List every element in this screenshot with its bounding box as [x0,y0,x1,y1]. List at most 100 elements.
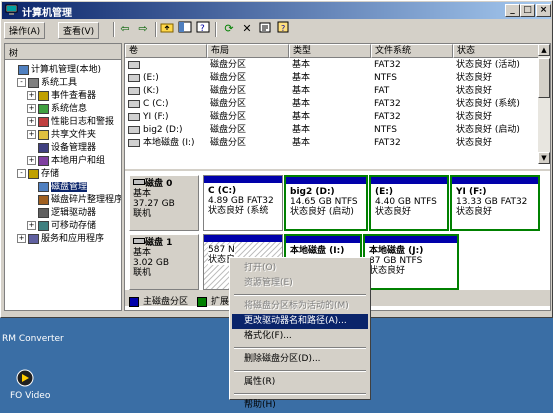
tree-node[interactable]: + 可移动存储 [27,220,96,232]
menu-action[interactable]: 操作(A) [4,22,46,39]
title-bar[interactable]: 计算机管理 _ □ × [2,2,551,19]
partition-e[interactable]: (E:) 4.40 GB NTFS 状态良好 [369,175,449,231]
tree-node[interactable]: 计算机管理(本地) [7,64,101,76]
expand-icon[interactable]: + [27,221,36,230]
tree-node[interactable]: 逻辑驱动器 [27,207,96,219]
context-menu-item[interactable]: 删除磁盘分区(D)... [232,352,368,367]
volume-layout-cell: 磁盘分区 [210,73,247,83]
volume-cell: big2 (D:) [128,124,183,137]
context-menu-item[interactable]: 帮助(H) [232,398,368,413]
tree-node[interactable]: - 存储 [17,168,59,180]
volume-icon [128,99,140,108]
desktop-fo-video-shortcut[interactable] [14,368,36,391]
column-header-layout[interactable]: 布局 [207,44,289,58]
volume-row[interactable]: (K:) 磁盘分区 基本 FAT 状态良好 [125,85,541,98]
tree-node[interactable]: 磁盘碎片整理程序 [27,194,121,206]
up-folder-icon[interactable] [159,21,175,37]
delete-icon[interactable]: ✕ [239,21,255,37]
refresh-icon[interactable]: ⟳ [221,21,237,37]
desktop-label-rm-converter[interactable]: RM Converter [2,334,64,344]
help-icon[interactable]: ? [195,21,211,37]
partition-j[interactable]: 本地磁盘 (J:) 87 GB NTFS 状态良好 [363,234,459,290]
volume-row[interactable]: 本地磁盘 (I:) 磁盘分区 基本 FAT32 状态良好 [125,137,541,150]
collapse-icon[interactable]: - [17,78,26,87]
legend-primary-label: 主磁盘分区 [143,297,189,307]
expand-icon[interactable]: + [17,234,26,243]
tree-node-icon [28,233,39,244]
tree-node-icon [38,220,49,231]
expand-icon[interactable]: + [27,104,36,113]
scroll-up-icon[interactable]: ▲ [538,44,550,56]
tree-node-label: 事件查看器 [51,91,97,101]
partition-bar [371,177,447,184]
expand-icon[interactable]: + [27,156,36,165]
column-header-filesystem[interactable]: 文件系统 [371,44,453,58]
volume-row[interactable]: C (C:) 磁盘分区 基本 FAT32 状态良好 (系统) [125,98,541,111]
forward-icon[interactable]: ⇨ [135,21,151,37]
disk-1-size: 3.02 GB [133,258,170,268]
partition-detail: 14.65 GB NTFS [290,197,358,207]
tree-node-icon [38,129,49,140]
disk-icon [133,179,145,185]
tree-node-label: 存储 [41,169,60,179]
minimize-button[interactable]: _ [505,4,520,17]
tree-node-label: 计算机管理(本地) [31,65,102,75]
volume-layout-cell: 磁盘分区 [210,99,247,109]
disk-1-label[interactable]: 磁盘 1 基本 3.02 GB 联机 [129,234,199,290]
close-button[interactable]: × [536,4,551,17]
partition-status: 状态良好 [375,207,412,217]
tree-node[interactable]: 设备管理器 [27,142,96,154]
tree-node[interactable]: + 本地用户和组 [27,155,105,167]
tree-node[interactable]: + 服务和应用程序 [17,233,104,245]
partition-detail: 87 GB NTFS [369,256,423,266]
expand-icon[interactable]: + [27,91,36,100]
expand-icon[interactable]: + [27,117,36,126]
column-header-type[interactable]: 类型 [289,44,371,58]
partition-d[interactable]: big2 (D:) 14.65 GB NTFS 状态良好 (启动) [284,175,368,231]
column-header-volume[interactable]: 卷 [125,44,207,58]
partition-c[interactable]: C (C:) 4.89 GB FAT32 状态良好 (系统 [203,175,283,231]
properties-icon[interactable] [257,21,273,37]
volume-row[interactable]: big2 (D:) 磁盘分区 基本 NTFS 状态良好 (启动) [125,124,541,137]
volume-icon [128,125,140,134]
disk-0-label[interactable]: 磁盘 0 基本 37.27 GB 联机 [129,175,199,231]
tree-node[interactable]: + 系统信息 [27,103,87,115]
tree-node[interactable]: + 性能日志和警报 [27,116,114,128]
collapse-icon[interactable]: - [17,169,26,178]
volume-list-scrollbar[interactable]: ▲ ▼ [538,44,550,164]
column-header-status[interactable]: 状态 [453,44,541,58]
scroll-down-icon[interactable]: ▼ [538,152,550,164]
partition-name: 本地磁盘 (J:) [369,246,424,256]
partition-f[interactable]: YI (F:) 13.33 GB FAT32 状态良好 [450,175,540,231]
tree-node[interactable]: 磁盘管理 [27,181,88,193]
context-menu-item[interactable]: 更改驱动器名和路径(A)... [232,314,368,329]
tree-node[interactable]: + 事件查看器 [27,90,96,102]
volume-row[interactable]: (E:) 磁盘分区 基本 NTFS 状态良好 [125,72,541,85]
tree-node-icon [38,181,49,192]
context-menu-item[interactable]: 属性(R) [232,375,368,390]
partition-status: 状态良好 [456,207,493,217]
tree-pane-header: 树 [5,44,121,60]
back-icon[interactable]: ⇦ [117,21,133,37]
tree-node[interactable]: - 系统工具 [17,77,77,89]
volume-fs-cell: FAT [374,86,390,96]
volume-fs-cell: NTFS [374,125,397,135]
toolbar-separator [113,22,115,37]
computer-management-icon [5,4,18,15]
menu-separator [234,370,366,372]
tree-node-icon [38,116,49,127]
volume-row[interactable]: 磁盘分区 基本 FAT32 状态良好 (活动) [125,59,541,72]
help-book-icon[interactable]: ? [275,21,291,37]
scroll-thumb[interactable] [538,58,550,98]
maximize-button[interactable]: □ [520,4,535,17]
volume-type-cell: 基本 [292,73,311,83]
tree-node-label: 共享文件夹 [51,130,97,140]
show-hide-tree-icon[interactable] [177,21,193,37]
tree-node[interactable]: + 共享文件夹 [27,129,96,141]
context-menu-item[interactable]: 格式化(F)... [232,329,368,344]
svg-text:?: ? [281,24,285,33]
volume-row[interactable]: YI (F:) 磁盘分区 基本 FAT32 状态良好 [125,111,541,124]
menu-view[interactable]: 查看(V) [58,22,100,39]
expand-icon[interactable]: + [27,130,36,139]
volume-status-cell: 状态良好 [456,112,493,122]
